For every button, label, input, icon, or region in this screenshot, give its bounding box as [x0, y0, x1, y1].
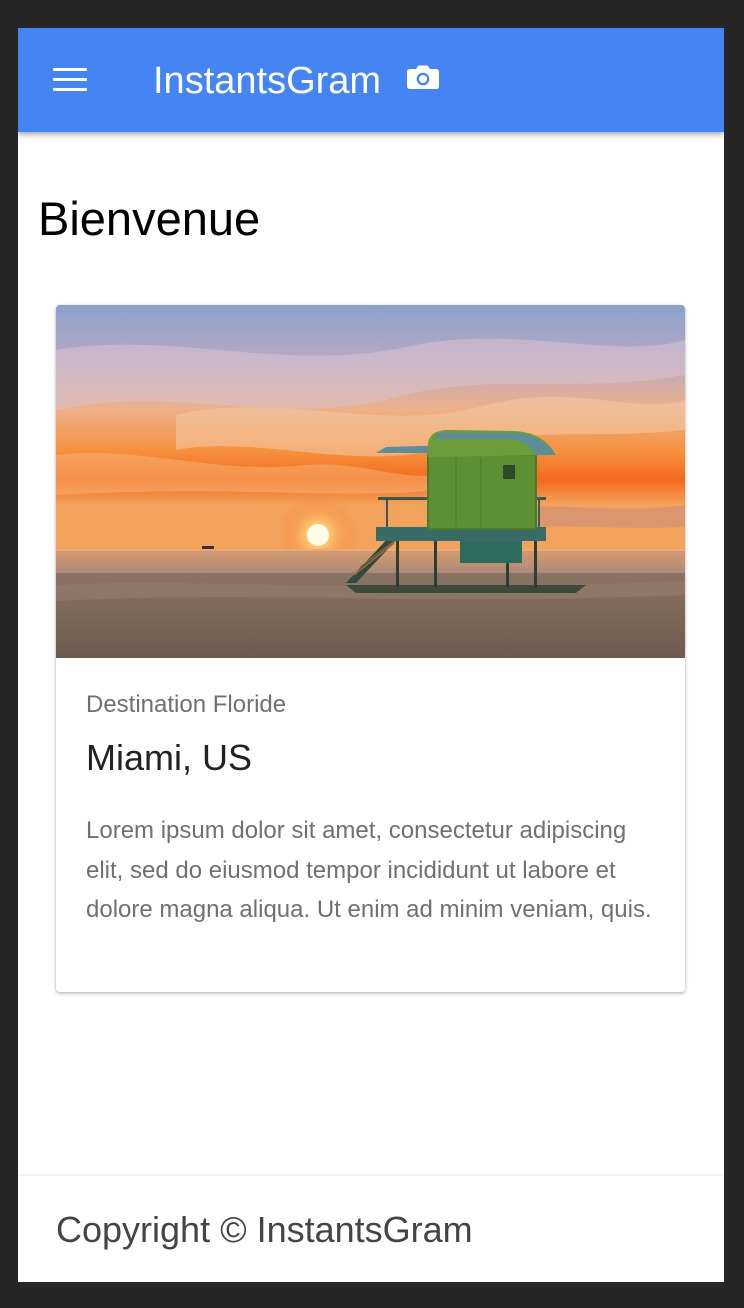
footer: Copyright © InstantsGram — [18, 1176, 724, 1282]
card-title: Miami, US — [86, 737, 253, 778]
footer-copyright: Copyright © InstantsGram — [56, 1209, 473, 1250]
app-title: InstantsGram — [153, 60, 382, 102]
camera-icon — [407, 65, 439, 89]
app-screen: InstantsGram Bienvenue Destination Flori… — [18, 28, 724, 1282]
destination-card: Destination Floride Miami, US Lorem ipsu… — [56, 305, 685, 992]
app-bar: InstantsGram — [18, 28, 724, 132]
beach-sunset-image — [56, 305, 685, 658]
page-title: Bienvenue — [38, 192, 261, 245]
hamburger-menu-icon[interactable] — [46, 58, 94, 102]
card-description: Lorem ipsum dolor sit amet, consectetur … — [86, 817, 652, 923]
device-frame: InstantsGram Bienvenue Destination Flori… — [0, 0, 744, 1308]
card-subtitle: Destination Floride — [86, 691, 287, 718]
